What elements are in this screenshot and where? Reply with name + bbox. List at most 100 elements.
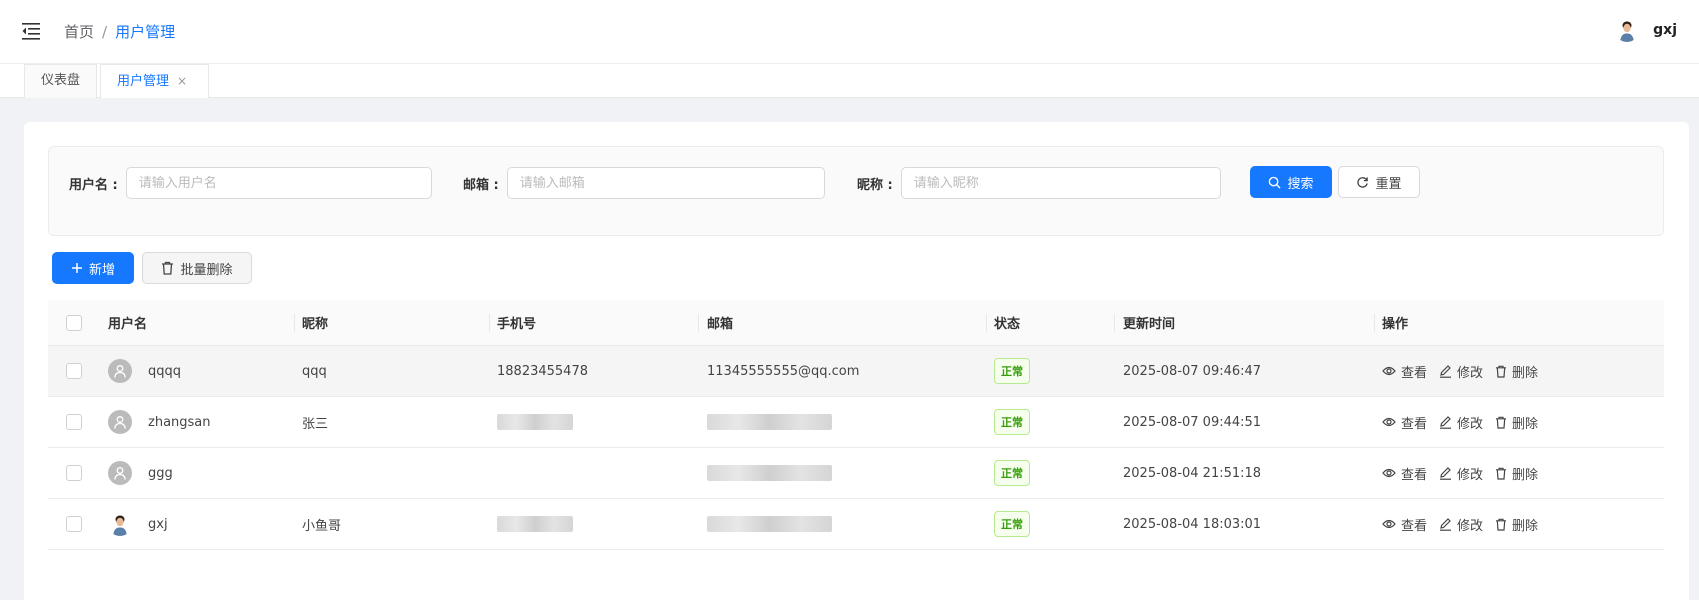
username-cell: gxj [148,516,168,532]
default-user-icon [108,461,132,485]
add-button-label: 新增 [88,262,115,278]
select-all-checkbox[interactable] [66,314,82,331]
eye-icon [1382,468,1396,478]
redacted-email [707,414,832,430]
table-row: qqqq qqq 18823455478 11345555555@qq.com … [48,346,1664,397]
column-divider [489,314,490,332]
username-cell: zhangsan [148,414,211,430]
column-username: 用户名 [108,317,148,332]
trash-icon [1496,467,1507,480]
edit-label: 修改 [1457,467,1484,483]
tab-label: 仪表盘 [41,73,81,88]
view-label: 查看 [1401,365,1428,381]
trash-icon [1496,518,1507,531]
breadcrumb-current: 用户管理 [115,23,176,41]
delete-button[interactable]: 删除 [1495,464,1538,483]
status-badge: 正常 [994,409,1030,435]
table-body: qqqq qqq 18823455478 11345555555@qq.com … [48,346,1664,550]
column-updated: 更新时间 [1123,317,1176,332]
search-button-label: 搜索 [1287,176,1314,192]
batch-delete-button[interactable]: 批量删除 [142,252,252,284]
edit-icon [1440,415,1452,429]
close-icon[interactable]: × [177,74,187,88]
reset-button-label: 重置 [1375,176,1402,192]
tab-bar: 仪表盘 用户管理 × [0,64,1699,98]
edit-label: 修改 [1457,365,1484,381]
tab-label: 用户管理 [117,74,170,89]
menu-fold-icon[interactable] [22,22,42,40]
username-input[interactable] [125,167,432,199]
batch-delete-label: 批量删除 [180,262,233,278]
delete-label: 删除 [1512,416,1539,432]
edit-button[interactable]: 修改 [1439,464,1483,483]
edit-button[interactable]: 修改 [1439,413,1483,432]
redacted-phone [497,414,573,430]
column-actions: 操作 [1382,317,1409,332]
column-status: 状态 [994,317,1021,332]
updated-time-cell: 2025-08-04 21:51:18 [1123,465,1262,481]
nickname-input[interactable] [900,167,1221,199]
delete-label: 删除 [1512,365,1539,381]
reset-button[interactable]: 重置 [1338,166,1420,198]
search-form: 用户名 : 邮箱 : 昵称 : [48,146,1664,236]
table-row: ggg 正常 2025-08-04 21:51:18 查看 修改 删除 [48,448,1664,499]
column-divider [1374,314,1375,332]
search-button[interactable]: 搜索 [1250,166,1332,198]
trash-icon [162,261,174,275]
table-header: 用户名 昵称 手机号 邮箱 状态 更新时间 操作 [48,300,1664,346]
edit-icon [1440,517,1452,531]
email-cell: 11345555555@qq.com [707,363,860,379]
view-button[interactable]: 查看 [1382,464,1427,483]
view-button[interactable]: 查看 [1382,413,1427,432]
email-input[interactable] [506,167,825,199]
nickname-cell: qqq [302,363,327,379]
edit-button[interactable]: 修改 [1439,515,1483,534]
edit-icon [1440,466,1452,480]
delete-button[interactable]: 删除 [1495,362,1538,381]
nickname-cell: 小鱼哥 [302,518,342,534]
tab-dashboard[interactable]: 仪表盘 [24,64,97,98]
status-badge: 正常 [994,511,1030,537]
row-checkbox[interactable] [66,465,82,481]
redacted-email [707,516,832,532]
nickname-cell: 张三 [302,416,329,432]
user-menu[interactable]: gxj [1615,18,1677,42]
redacted-email [707,465,832,481]
edit-label: 修改 [1457,518,1484,534]
user-name[interactable]: gxj [1653,22,1677,38]
row-checkbox[interactable] [66,363,82,379]
delete-label: 删除 [1512,467,1539,483]
default-user-icon [108,359,132,383]
column-email: 邮箱 [707,317,734,332]
delete-button[interactable]: 删除 [1495,413,1538,432]
edit-icon [1440,364,1452,378]
breadcrumb: 首页 / 用户管理 [64,21,175,42]
trash-icon [1496,416,1507,429]
column-nickname: 昵称 [302,317,329,332]
breadcrumb-separator: / [102,22,108,41]
tab-user-management[interactable]: 用户管理 × [100,64,209,98]
status-badge: 正常 [994,460,1030,486]
redacted-phone [497,516,573,532]
delete-label: 删除 [1512,518,1539,534]
email-label: 邮箱 : [463,177,499,193]
trash-icon [1496,365,1507,378]
username-cell: ggg [148,465,173,481]
updated-time-cell: 2025-08-07 09:46:47 [1123,363,1262,379]
default-user-icon [108,410,132,434]
delete-button[interactable]: 删除 [1495,515,1538,534]
user-photo-avatar[interactable] [1615,18,1640,42]
view-button[interactable]: 查看 [1382,362,1427,381]
view-label: 查看 [1401,416,1428,432]
add-button[interactable]: 新增 [52,252,134,284]
breadcrumb-home[interactable]: 首页 [64,21,94,42]
status-badge: 正常 [994,358,1030,384]
edit-button[interactable]: 修改 [1439,362,1483,381]
content-card: 用户名 : 邮箱 : 昵称 : 搜索 重置 新增 批量删除 用户名 昵称 [24,122,1689,600]
view-button[interactable]: 查看 [1382,515,1427,534]
eye-icon [1382,366,1396,376]
row-checkbox[interactable] [66,516,82,532]
table-row: gxj 小鱼哥 正常 2025-08-04 18:03:01 查看 修改 删除 [48,499,1664,550]
row-checkbox[interactable] [66,414,82,430]
plus-icon [71,263,82,273]
